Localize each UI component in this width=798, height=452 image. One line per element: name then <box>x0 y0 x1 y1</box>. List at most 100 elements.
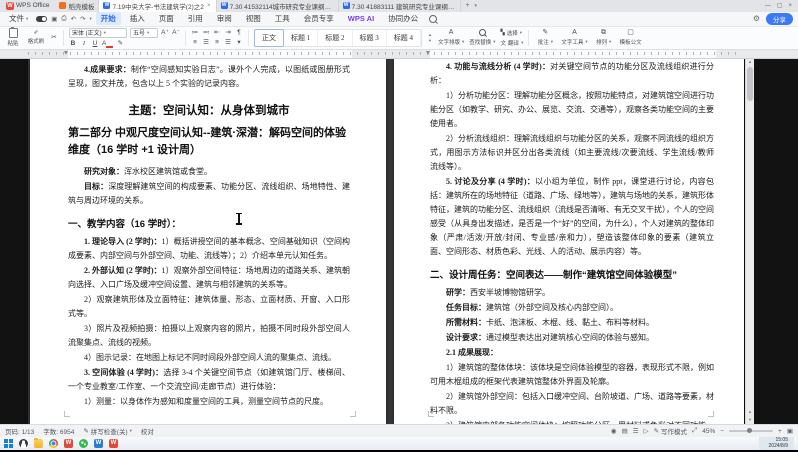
paragraph[interactable]: 4.成果要求：制作“空间感知实验日志”。课外个人完成，以图纸或图册形式呈现，图文… <box>68 63 350 91</box>
indent-icon[interactable]: ⇥ <box>224 29 232 37</box>
menu-tab-wps-ai[interactable]: WPS AI <box>343 13 379 24</box>
zoom-out-icon[interactable]: − <box>720 428 724 435</box>
paragraph[interactable]: 2. 外部认知 (2 学时)：1）观察外部空间特征：场地周边的道路关系、建筑朝向… <box>68 264 350 292</box>
save-icon[interactable]: ▣ <box>51 15 57 23</box>
style-gallery-scroll[interactable]: ▲ ▼ <box>427 32 433 43</box>
style-heading-3[interactable]: 标题 3 <box>353 30 387 46</box>
menu-tab-page[interactable]: 页面 <box>154 12 179 25</box>
paragraph[interactable]: 1）分析功能分区：理解功能分区概念，按照功能特点，对建筑馆空间进行功能分区（如教… <box>430 89 714 131</box>
style-normal[interactable]: 正文 <box>254 29 284 47</box>
align-right-icon[interactable]: ≡ <box>213 39 221 47</box>
new-tab-button[interactable]: + <box>461 0 475 12</box>
autosave-toggle[interactable] <box>36 16 47 22</box>
menu-tab-member[interactable]: 会员专享 <box>299 12 339 25</box>
menu-tab-review[interactable]: 审阅 <box>212 12 237 25</box>
paragraph[interactable]: 2）分析流线组织：理解流线组织与功能分区的关系，观察不同流线的组织方式，用图示方… <box>430 132 714 174</box>
tab-document-3[interactable]: W 7.30 41883111 建筑研究专业课纲（2 <box>339 0 461 12</box>
paragraph[interactable]: 4. 功能与流线分析 (4 学时)：对关键空间节点的功能分区及流线组织进行分析： <box>430 60 714 88</box>
app-brand[interactable]: W WPS Office <box>0 0 55 12</box>
zoom-slider-thumb[interactable] <box>747 428 752 433</box>
file-explorer-icon[interactable] <box>34 439 43 448</box>
indent-marker[interactable] <box>426 51 430 55</box>
paragraph[interactable]: 1）测量：以身体作为感知和度量空间的工具，测量空间节点的尺度。 <box>68 395 350 409</box>
paragraph[interactable]: 设计要求：通过模型表达出对建筑核心空间的体验与感知。 <box>430 331 714 345</box>
italic-icon[interactable]: I <box>80 40 88 48</box>
sub-heading[interactable]: 一、教学内容（16 学时）： <box>68 216 350 230</box>
font-color-icon[interactable]: A <box>102 40 113 48</box>
paragraph[interactable]: 研究对象：浑水校区建筑馆或食堂。 <box>68 165 350 179</box>
font-name-combo[interactable]: 宋体 (正文) ▾ <box>69 28 127 38</box>
wps-taskbar-icon-2[interactable]: W <box>109 439 118 448</box>
word-count-status[interactable]: 字数: 6954 <box>43 426 74 436</box>
scroll-up-icon[interactable]: ▲ <box>746 59 754 64</box>
docs-app-icon[interactable]: W <box>94 439 103 448</box>
paragraph[interactable]: 5. 讨论及分享 (4 学时)：以小组为单位，制作 ppt，课堂进行讨论，内容包… <box>430 175 714 259</box>
scroll-up-icon[interactable]: ▲ <box>428 32 432 37</box>
print-icon[interactable]: ⎙ <box>61 15 66 23</box>
indent-marker[interactable] <box>64 51 68 55</box>
paste-button[interactable]: 粘贴 <box>4 28 22 47</box>
file-menu-button[interactable]: 文件 ▾ <box>5 13 32 24</box>
template-doc-button[interactable]: ▢ 模板公文 <box>620 29 642 46</box>
document-page-left[interactable]: 4.成果要求：制作“空间感知实验日志”。课外个人完成，以图纸或图册形式呈现，图文… <box>30 59 386 425</box>
paragraph[interactable]: 任务目标：建筑馆（外部空间及核心内部空间）。 <box>430 301 714 315</box>
paragraph[interactable]: 2）观察建筑形体及立面特征：建筑体量、形态、立面材质、开窗、入口形式等。 <box>68 293 350 321</box>
menu-tab-home[interactable]: 开始 <box>96 12 121 25</box>
zoom-percent[interactable]: 45% <box>702 428 715 435</box>
fit-page-icon[interactable]: ▣ <box>787 427 793 435</box>
grow-font-icon[interactable]: A⁺ <box>161 29 169 37</box>
bullet-list-icon[interactable]: ≔ <box>191 29 199 37</box>
close-window-button[interactable]: × <box>788 3 792 9</box>
menu-tab-view[interactable]: 视图 <box>241 12 266 25</box>
horizontal-ruler[interactable] <box>0 50 798 59</box>
typeset-button[interactable]: A 文字排版▾ <box>438 29 464 46</box>
outline-view-icon[interactable]: ☰ <box>633 427 639 435</box>
select-button[interactable]: ▚选择▾ <box>501 29 524 37</box>
paragraph[interactable]: 1. 理论导入 (2 学时)：1）概括讲授空间的基本概念、空间基础知识（空间构成… <box>68 235 350 263</box>
cut-icon[interactable]: ✂ <box>50 34 58 42</box>
document-title[interactable]: 主题：空间认知：从身体到城市 <box>68 102 350 118</box>
menu-tab-collab[interactable]: 协同办公 <box>383 12 423 25</box>
arrange-button[interactable]: ⧉ 排列▾ <box>593 29 615 46</box>
paragraph[interactable]: 3）照片及视频拍摄：拍摄以上观察内容的照片，拍摄不同时段外部空间人流聚集点、流线… <box>68 322 350 350</box>
close-tab-icon[interactable]: × <box>206 2 212 9</box>
tab-home[interactable]: 稻壳模板 <box>55 0 99 12</box>
paragraph[interactable]: 2.1 成果展现： <box>430 346 714 360</box>
gear-icon[interactable]: ⚙ <box>753 14 760 23</box>
paragraph[interactable]: 所需材料：卡纸、泡沫板、木棍、线、黏土、布料等材料。 <box>430 316 714 330</box>
font-size-combo[interactable]: 五号 ▾ <box>130 28 158 38</box>
redo-icon[interactable]: ↷ <box>80 15 85 23</box>
wps-taskbar-icon[interactable]: W <box>64 439 73 448</box>
format-painter-button[interactable]: ✐ 格式刷 <box>27 30 45 45</box>
underline-icon[interactable]: U <box>91 40 99 48</box>
paragraph[interactable]: 3）建筑馆内部各功能空间体块：按照功能分区，用材料或色彩对不同功能 <box>430 419 714 425</box>
find-replace-button[interactable]: 查找替换▾ <box>469 29 495 46</box>
show-marks-icon[interactable]: ¶ <box>235 29 243 37</box>
search-icon[interactable] <box>429 15 437 23</box>
tab-document-active[interactable]: W 7.19中央大学-书法建筑学(2)之2 × <box>99 0 216 12</box>
sub-heading[interactable]: 二、设计周任务：空间表达——制作“建筑馆空间体验模型” <box>430 267 714 281</box>
outdent-icon[interactable]: ⇤ <box>213 29 221 37</box>
page-view-icon[interactable]: ▤ <box>622 427 628 435</box>
page-number-status[interactable]: 页码: 1/13 <box>5 426 34 436</box>
wechat-icon[interactable] <box>79 439 88 448</box>
menu-tab-insert[interactable]: 插入 <box>125 12 150 25</box>
fullscreen-icon[interactable]: ⤢ <box>692 427 697 435</box>
page-up-icon[interactable]: ▲ <box>746 409 754 414</box>
maximize-button[interactable]: ▢ <box>777 2 783 9</box>
minimize-button[interactable]: — <box>765 3 771 9</box>
vertical-scrollbar[interactable]: ▲ ▲ ▼ <box>745 59 754 425</box>
line-spacing-icon[interactable]: ▾ <box>235 39 243 47</box>
comment-button[interactable]: ✎ 批注▾ <box>534 29 556 46</box>
menu-tab-reference[interactable]: 引用 <box>183 12 208 25</box>
style-heading-4[interactable]: 标题 4 <box>387 30 421 46</box>
chrome-icon[interactable] <box>49 439 58 448</box>
proofread-button[interactable]: 校对 <box>141 426 154 436</box>
start-button[interactable] <box>4 439 13 448</box>
shrink-font-icon[interactable]: A⁻ <box>172 29 180 37</box>
zoom-slider[interactable] <box>729 430 773 432</box>
style-heading-2[interactable]: 标题 2 <box>318 30 352 46</box>
quick-access-caret-icon[interactable]: ▾ <box>90 16 92 22</box>
share-button[interactable]: 分享 <box>766 13 793 25</box>
text-tool-button[interactable]: A 文字工具▾ <box>561 29 587 46</box>
